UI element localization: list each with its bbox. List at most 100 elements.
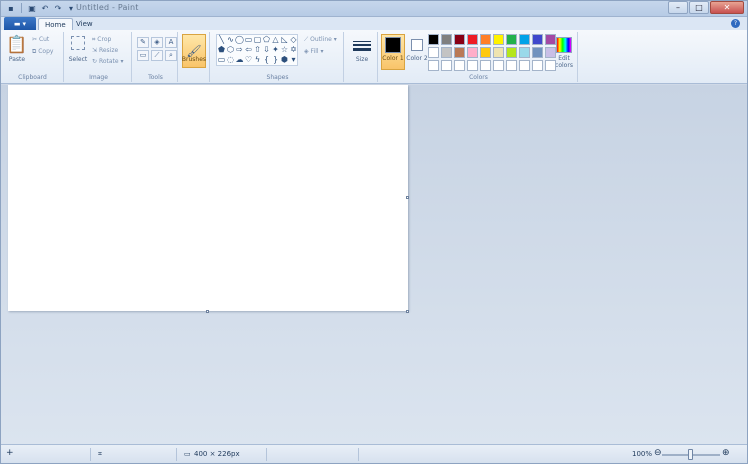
size-icon[interactable] — [352, 38, 372, 54]
palette-swatch[interactable] — [428, 34, 439, 45]
palette-swatch[interactable] — [493, 47, 504, 58]
up-arrow-shape-icon[interactable]: ⇧ — [253, 45, 262, 55]
rotate-button[interactable]: ↻ Rotate ▾ — [92, 58, 124, 65]
bracket-right-shape-icon[interactable]: } — [271, 55, 280, 65]
rounded-rectangle-shape-icon[interactable]: ▢ — [253, 35, 262, 45]
palette-swatch[interactable] — [532, 60, 543, 71]
palette-swatch[interactable] — [480, 34, 491, 45]
four-point-star-shape-icon[interactable]: ✦ — [271, 45, 280, 55]
paste-label[interactable]: Paste — [5, 56, 29, 63]
paint-menu-button[interactable]: ▬ ▾ — [4, 17, 36, 30]
help-icon[interactable]: ? — [731, 19, 740, 28]
eraser-icon[interactable]: ▭ — [137, 50, 149, 61]
resize-button[interactable]: ⇲ Resize — [92, 47, 118, 54]
palette-swatch[interactable] — [519, 34, 530, 45]
size-group: Size — [346, 32, 378, 82]
pencil-icon[interactable]: ✎ — [137, 37, 149, 48]
palette-swatch[interactable] — [467, 34, 478, 45]
drawing-canvas[interactable] — [8, 85, 408, 311]
rectangle-shape-icon[interactable]: ▭ — [244, 35, 253, 45]
hex-shape-icon[interactable]: ⬢ — [280, 55, 289, 65]
fill-icon[interactable]: ◈ — [151, 37, 163, 48]
resize-handle-bottom[interactable] — [206, 310, 209, 313]
brushes-label[interactable]: Brushes — [180, 56, 208, 63]
hexagon-shape-icon[interactable]: ⬡ — [226, 45, 235, 55]
color-picker-icon[interactable]: ⟋ — [151, 50, 163, 61]
cut-button[interactable]: ✂ Cut — [32, 36, 49, 43]
palette-swatch[interactable] — [441, 34, 452, 45]
palette-swatch[interactable] — [506, 60, 517, 71]
text-icon[interactable]: A — [165, 37, 177, 48]
palette-swatch[interactable] — [428, 60, 439, 71]
diamond-shape-icon[interactable]: ◇ — [289, 35, 298, 45]
zoom-slider-thumb[interactable] — [688, 449, 693, 460]
edit-colors-icon[interactable] — [556, 37, 572, 53]
palette-swatch[interactable] — [545, 34, 556, 45]
polygon-shape-icon[interactable]: ⬠ — [262, 35, 271, 45]
palette-swatch[interactable] — [545, 47, 556, 58]
palette-swatch[interactable] — [454, 60, 465, 71]
pentagon-shape-icon[interactable]: ⬟ — [217, 45, 226, 55]
palette-swatch[interactable] — [493, 34, 504, 45]
down-arrow-shape-icon[interactable]: ⇩ — [262, 45, 271, 55]
palette-swatch[interactable] — [519, 47, 530, 58]
customize-qat-icon[interactable]: ▾ — [66, 3, 76, 13]
save-icon[interactable]: ▣ — [27, 3, 37, 13]
palette-swatch[interactable] — [532, 34, 543, 45]
resize-handle-corner[interactable] — [406, 310, 409, 313]
zoom-out-icon[interactable]: ⊖ — [654, 448, 662, 458]
size-label[interactable]: Size — [346, 56, 378, 63]
line-shape-icon[interactable]: ╲ — [217, 35, 226, 45]
outline-button[interactable]: ⟋ Outline ▾ — [304, 36, 337, 44]
palette-swatch[interactable] — [480, 60, 491, 71]
crop-button[interactable]: ⌗ Crop — [92, 36, 111, 44]
tab-home[interactable]: Home — [38, 18, 73, 30]
right-arrow-shape-icon[interactable]: ⇨ — [235, 45, 244, 55]
palette-swatch[interactable] — [467, 47, 478, 58]
palette-swatch[interactable] — [532, 47, 543, 58]
shapes-more-icon[interactable]: ▾ — [289, 55, 298, 65]
palette-swatch[interactable] — [441, 60, 452, 71]
five-point-star-shape-icon[interactable]: ☆ — [280, 45, 289, 55]
color2-swatch[interactable] — [411, 39, 423, 51]
select-icon[interactable] — [71, 36, 85, 50]
copy-button[interactable]: ⧉ Copy — [32, 48, 53, 56]
palette-swatch[interactable] — [428, 47, 439, 58]
palette-swatch[interactable] — [480, 47, 491, 58]
curve-shape-icon[interactable]: ∿ — [226, 35, 235, 45]
oval-shape-icon[interactable]: ◯ — [235, 35, 244, 45]
palette-swatch[interactable] — [506, 34, 517, 45]
palette-swatch[interactable] — [467, 60, 478, 71]
palette-swatch[interactable] — [454, 47, 465, 58]
redo-icon[interactable]: ↷ — [53, 3, 63, 13]
right-triangle-shape-icon[interactable]: ◺ — [280, 35, 289, 45]
paste-icon[interactable]: 📋 — [6, 35, 27, 55]
palette-swatch[interactable] — [454, 34, 465, 45]
palette-swatch[interactable] — [493, 60, 504, 71]
close-button[interactable]: ✕ — [710, 1, 744, 14]
resize-handle-right[interactable] — [406, 196, 409, 199]
zoom-in-icon[interactable]: ⊕ — [722, 448, 730, 458]
palette-swatch[interactable] — [545, 60, 556, 71]
select-label[interactable]: Select — [66, 56, 90, 63]
tab-view[interactable]: View — [70, 18, 99, 30]
color2-label[interactable]: Color 2 — [406, 55, 428, 62]
lightning-shape-icon[interactable]: ϟ — [253, 55, 262, 65]
triangle-shape-icon[interactable]: △ — [271, 35, 280, 45]
six-point-star-shape-icon[interactable]: ✡ — [289, 45, 298, 55]
bracket-left-shape-icon[interactable]: { — [262, 55, 271, 65]
fill-button[interactable]: ◈ Fill ▾ — [304, 48, 323, 55]
callout-cloud-shape-icon[interactable]: ☁ — [235, 55, 244, 65]
heart-shape-icon[interactable]: ♡ — [244, 55, 253, 65]
left-arrow-shape-icon[interactable]: ⇦ — [244, 45, 253, 55]
palette-swatch[interactable] — [506, 47, 517, 58]
palette-swatch[interactable] — [519, 60, 530, 71]
magnifier-icon[interactable]: ⌕ — [165, 50, 177, 61]
palette-swatch[interactable] — [441, 47, 452, 58]
maximize-button[interactable]: □ — [689, 1, 709, 14]
undo-icon[interactable]: ↶ — [40, 3, 50, 13]
shapes-group-label: Shapes — [266, 74, 289, 81]
minimize-button[interactable]: – — [668, 1, 688, 14]
callout-rect-shape-icon[interactable]: ▭ — [217, 55, 226, 65]
callout-oval-shape-icon[interactable]: ◌ — [226, 55, 235, 65]
